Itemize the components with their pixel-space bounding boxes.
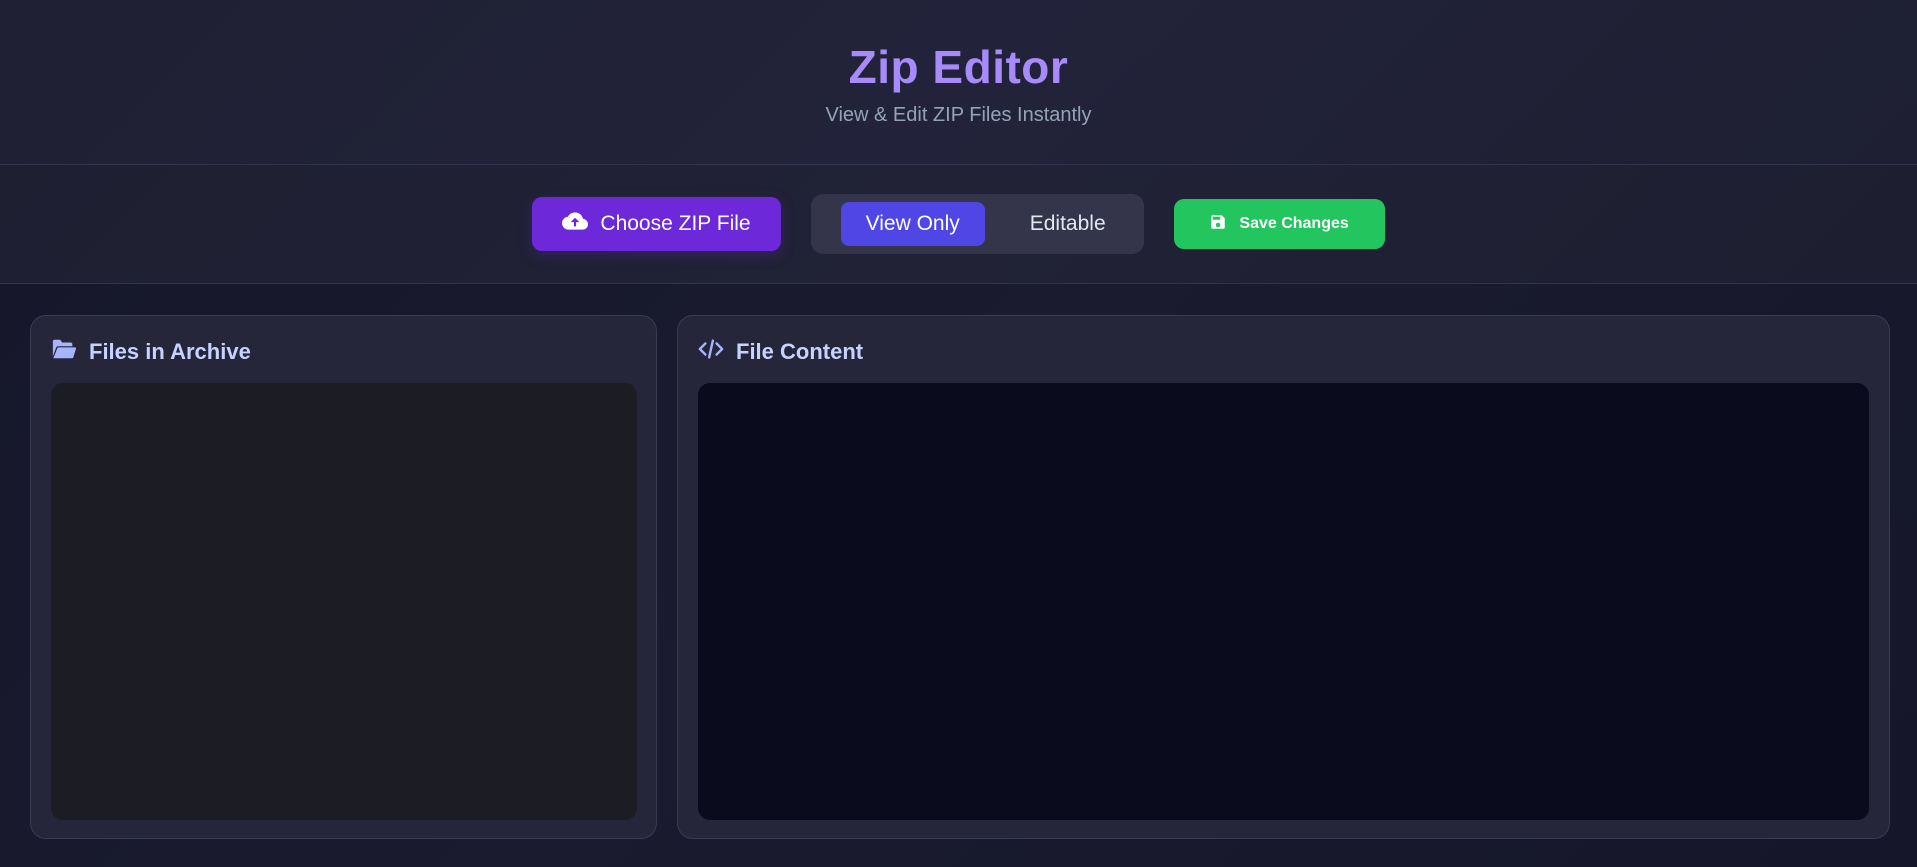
choose-zip-label: Choose ZIP File: [600, 212, 751, 235]
file-content-editor[interactable]: [698, 383, 1869, 820]
floppy-disk-icon: [1209, 213, 1227, 236]
files-panel: Files in Archive: [30, 315, 657, 839]
content-panel-header: File Content: [698, 336, 863, 368]
cloud-upload-icon: [562, 208, 589, 240]
app-title: Zip Editor: [848, 40, 1069, 93]
files-panel-title: Files in Archive: [89, 339, 251, 364]
content-panel: File Content: [677, 315, 1890, 839]
files-panel-header: Files in Archive: [51, 336, 251, 368]
main-area: Files in Archive File Content: [0, 284, 1917, 867]
code-icon: [698, 336, 724, 368]
content-panel-title: File Content: [736, 339, 864, 364]
app-header: Zip Editor View & Edit ZIP Files Instant…: [0, 0, 1917, 165]
mode-editable[interactable]: Editable: [1005, 202, 1131, 246]
save-changes-button[interactable]: Save Changes: [1173, 199, 1385, 249]
folder-open-icon: [51, 336, 77, 368]
file-list[interactable]: [51, 383, 637, 820]
app-subtitle: View & Edit ZIP Files Instantly: [825, 103, 1092, 126]
toolbar: Choose ZIP File View Only Editable Save …: [0, 165, 1917, 284]
choose-zip-button[interactable]: Choose ZIP File: [532, 197, 781, 251]
save-changes-label: Save Changes: [1239, 215, 1349, 232]
mode-view-only[interactable]: View Only: [840, 202, 985, 246]
mode-toggle: View Only Editable: [810, 194, 1144, 254]
